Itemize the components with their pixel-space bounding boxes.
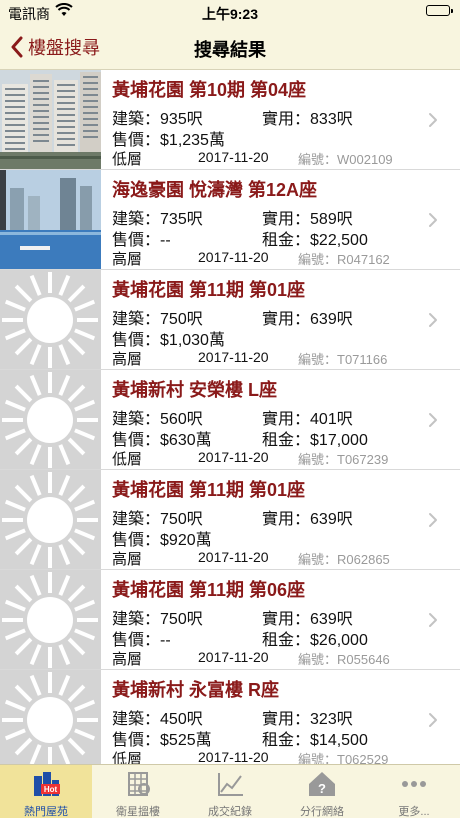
chevron-right-icon — [429, 213, 437, 227]
floor-level: 高層 — [112, 351, 143, 368]
listing-code: 編號：T071166 — [298, 352, 388, 367]
placeholder-image-icon — [0, 270, 101, 369]
tab-branch-network[interactable]: ? 分行網絡 — [276, 765, 368, 818]
chevron-right-icon — [429, 113, 437, 127]
net-area: 實用：639呎 — [262, 511, 353, 528]
more-icon — [399, 770, 429, 798]
listing-row[interactable]: 黃埔花園 第11期 第01座 建築：750呎 實用：639呎 售價：$1,030… — [0, 270, 460, 370]
rent-price: 租金：$17,000 — [262, 432, 368, 449]
placeholder-image-icon — [0, 670, 101, 764]
chevron-right-icon — [429, 313, 437, 327]
hot-buildings-icon: Hot — [31, 770, 61, 798]
rent-price: 租金：$14,500 — [262, 732, 368, 749]
tab-hot-buildings[interactable]: Hot 熱門屋苑 — [0, 765, 92, 818]
satellite-search-icon — [123, 770, 153, 798]
tab-label: 衛星搵樓 — [116, 806, 160, 818]
sale-price: 售價：$1,030萬 — [112, 332, 225, 349]
branch-network-icon: ? — [307, 770, 337, 798]
floor-level: 低層 — [112, 751, 143, 764]
listing-name: 黃埔花園 第11期 第01座 — [112, 480, 306, 500]
listing-row[interactable]: 黃埔花園 第11期 第01座 建築：750呎 實用：639呎 售價：$920萬高… — [0, 470, 460, 570]
listing-photo — [0, 70, 101, 169]
floor-level: 低層 — [112, 151, 143, 168]
listing-code: 編號：T067239 — [298, 452, 389, 467]
listing-date: 2017-11-20 — [198, 649, 269, 665]
floor-level: 低層 — [112, 451, 143, 468]
page-title: 搜尋結果 — [194, 40, 266, 60]
rent-price: 租金：$26,000 — [262, 632, 368, 649]
status-bar: 電訊商 上午9:23 — [0, 0, 460, 24]
net-area: 實用：833呎 — [262, 111, 353, 128]
tab-label: 熱門屋苑 — [24, 806, 68, 818]
listing-date: 2017-11-20 — [198, 249, 269, 265]
listing-date: 2017-11-20 — [198, 149, 269, 165]
svg-text:Hot: Hot — [44, 785, 58, 794]
sale-price: 售價：$920萬 — [112, 532, 212, 549]
listing-code: 編號：R062865 — [298, 552, 390, 567]
listing-date: 2017-11-20 — [198, 749, 269, 764]
listing-code: 編號：W002109 — [298, 152, 393, 167]
floor-level: 高層 — [112, 251, 143, 268]
listing-code: 編號：R055646 — [298, 652, 390, 667]
placeholder-image-icon — [0, 570, 101, 669]
tab-more[interactable]: 更多... — [368, 765, 460, 818]
tab-label: 更多... — [398, 806, 430, 818]
chevron-right-icon — [429, 413, 437, 427]
listing-date: 2017-11-20 — [198, 349, 269, 365]
chart-line-icon — [215, 770, 245, 798]
rent-price: 租金：$22,500 — [262, 232, 368, 249]
chevron-right-icon — [429, 713, 437, 727]
sale-price: 售價：$1,235萬 — [112, 132, 225, 149]
battery-icon — [426, 5, 453, 16]
net-area: 實用：639呎 — [262, 311, 353, 328]
listing-name: 黃埔新村 安榮樓 L座 — [112, 380, 277, 400]
tab-bar: Hot 熱門屋苑 衛星搵樓 成交紀錄? 分行網絡 更多... — [0, 764, 460, 818]
listing-code: 編號：R047162 — [298, 252, 390, 267]
tab-satellite-search[interactable]: 衛星搵樓 — [92, 765, 184, 818]
chevron-right-icon — [429, 613, 437, 627]
listing-row[interactable]: 黃埔新村 安榮樓 L座 建築：560呎 實用：401呎 售價：$630萬 租金：$… — [0, 370, 460, 470]
listing-name: 海逸豪園 悅濤灣 第12A座 — [112, 180, 318, 200]
chevron-right-icon — [429, 513, 437, 527]
sale-price: 售價：$525萬 — [112, 732, 212, 749]
floor-level: 高層 — [112, 651, 143, 668]
listing-photo — [0, 170, 101, 269]
listing-row[interactable]: 黃埔花園 第11期 第06座 建築：750呎 實用：639呎 售價：-- 租金：$… — [0, 570, 460, 670]
listing-name: 黃埔新村 永富樓 R座 — [112, 680, 280, 700]
floor-level: 高層 — [112, 551, 143, 568]
listing-name: 黃埔花園 第11期 第01座 — [112, 280, 306, 300]
listing-date: 2017-11-20 — [198, 449, 269, 465]
listing-row[interactable]: 黃埔花園 第10期 第04座 建築：935呎 實用：833呎 售價：$1,235… — [0, 70, 460, 170]
sale-price: 售價：$630萬 — [112, 432, 212, 449]
tab-label: 分行網絡 — [300, 806, 344, 818]
tab-label: 成交紀錄 — [208, 806, 252, 818]
placeholder-image-icon — [0, 370, 101, 469]
sale-price: 售價：-- — [112, 232, 171, 249]
placeholder-image-icon — [0, 470, 101, 569]
listing-name: 黃埔花園 第11期 第06座 — [112, 580, 306, 600]
listing-row[interactable]: 黃埔新村 永富樓 R座 建築：450呎 實用：323呎 售價：$525萬 租金：$… — [0, 670, 460, 764]
listing-date: 2017-11-20 — [198, 549, 269, 565]
sale-price: 售價：-- — [112, 632, 171, 649]
results-list: 黃埔花園 第10期 第04座 建築：935呎 實用：833呎 售價：$1,235… — [0, 70, 460, 764]
navigation-bar: 樓盤搜尋 搜尋結果 — [0, 24, 460, 70]
listing-row[interactable]: 海逸豪園 悅濤灣 第12A座 建築：735呎 實用：589呎 售價：-- 租金：$… — [0, 170, 460, 270]
svg-text:?: ? — [318, 781, 326, 796]
listing-code: 編號：T062529 — [298, 752, 389, 764]
listing-name: 黃埔花園 第10期 第04座 — [112, 80, 307, 100]
tab-chart-line[interactable]: 成交紀錄 — [184, 765, 276, 818]
clock: 上午9:23 — [201, 6, 259, 22]
